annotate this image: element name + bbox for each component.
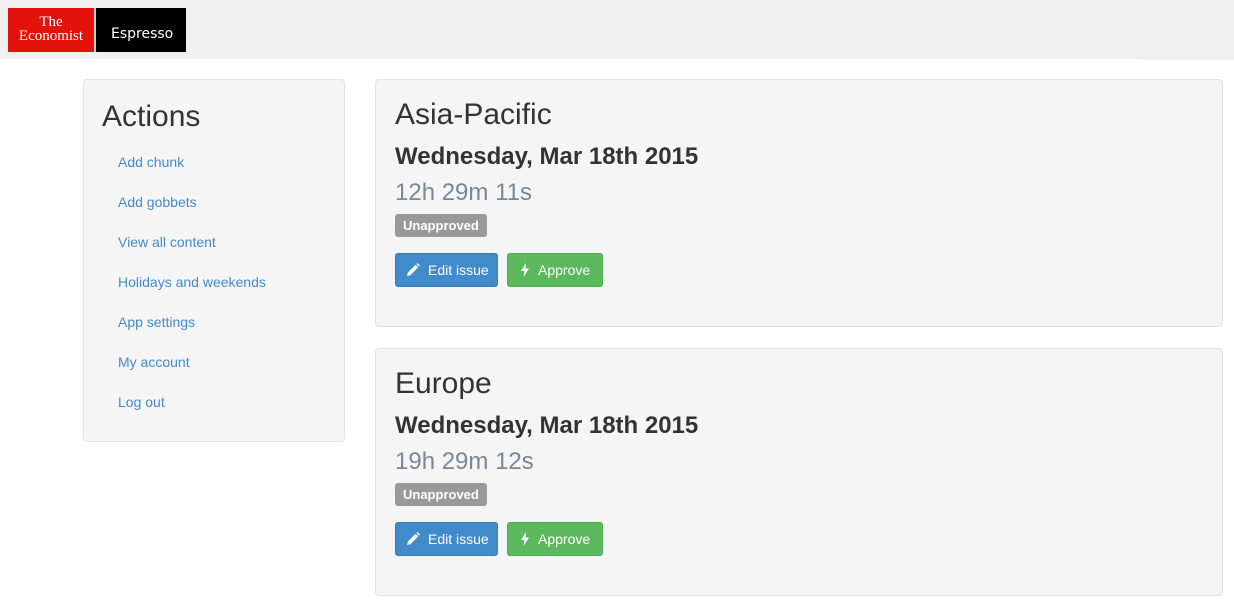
sidebar-item-my-account: My account bbox=[118, 352, 266, 392]
edit-issue-label: Edit issue bbox=[428, 262, 489, 278]
logo-line-1: The bbox=[39, 14, 63, 30]
actions-sidebar: Actions Add chunk Add gobbets View all c… bbox=[83, 79, 345, 442]
edit-issue-label: Edit issue bbox=[428, 531, 489, 547]
issue-countdown: 12h 29m 11s bbox=[395, 179, 532, 206]
holidays-and-weekends-link[interactable]: Holidays and weekends bbox=[118, 274, 266, 290]
espresso-logo: Espresso bbox=[96, 8, 186, 52]
bolt-icon bbox=[521, 263, 529, 277]
issue-date: Wednesday, Mar 18th 2015 bbox=[395, 412, 699, 439]
sidebar-item-holidays: Holidays and weekends bbox=[118, 272, 266, 312]
economist-logo: The Economist bbox=[8, 8, 96, 52]
logo-line-2: Economist bbox=[18, 28, 84, 44]
sidebar-item-view-all-content: View all content bbox=[118, 232, 266, 272]
issue-card-asia-pacific: Asia-Pacific Wednesday, Mar 18th 2015 12… bbox=[375, 79, 1223, 327]
bolt-icon bbox=[521, 532, 529, 546]
issue-region: Europe bbox=[395, 367, 492, 400]
app-settings-link[interactable]: App settings bbox=[118, 314, 195, 330]
status-badge: Unapproved bbox=[395, 214, 487, 237]
sidebar-item-log-out: Log out bbox=[118, 392, 266, 432]
pencil-icon bbox=[407, 532, 420, 545]
add-chunk-link[interactable]: Add chunk bbox=[118, 154, 184, 170]
issue-region: Asia-Pacific bbox=[395, 98, 552, 131]
sidebar-item-add-chunk: Add chunk bbox=[118, 152, 266, 192]
edit-issue-button[interactable]: Edit issue bbox=[395, 253, 498, 287]
view-all-content-link[interactable]: View all content bbox=[118, 234, 216, 250]
top-navbar: The Economist Espresso bbox=[0, 0, 1234, 60]
issue-countdown: 19h 29m 12s bbox=[395, 448, 534, 475]
log-out-link[interactable]: Log out bbox=[118, 394, 165, 410]
actions-list: Add chunk Add gobbets View all content H… bbox=[118, 152, 266, 432]
my-account-link[interactable]: My account bbox=[118, 354, 190, 370]
approve-button[interactable]: Approve bbox=[507, 253, 603, 287]
approve-label: Approve bbox=[538, 262, 591, 278]
add-gobbets-link[interactable]: Add gobbets bbox=[118, 194, 197, 210]
status-badge: Unapproved bbox=[395, 483, 487, 506]
navbar-edge bbox=[1143, 59, 1234, 60]
pencil-icon bbox=[407, 263, 420, 276]
issue-card-europe: Europe Wednesday, Mar 18th 2015 19h 29m … bbox=[375, 348, 1223, 596]
edit-issue-button[interactable]: Edit issue bbox=[395, 522, 498, 556]
sidebar-item-add-gobbets: Add gobbets bbox=[118, 192, 266, 232]
approve-label: Approve bbox=[538, 531, 591, 547]
sidebar-item-app-settings: App settings bbox=[118, 312, 266, 352]
approve-button[interactable]: Approve bbox=[507, 522, 603, 556]
app-logo[interactable]: The Economist Espresso bbox=[8, 8, 186, 52]
sidebar-title: Actions bbox=[102, 100, 201, 133]
issue-date: Wednesday, Mar 18th 2015 bbox=[395, 143, 699, 170]
